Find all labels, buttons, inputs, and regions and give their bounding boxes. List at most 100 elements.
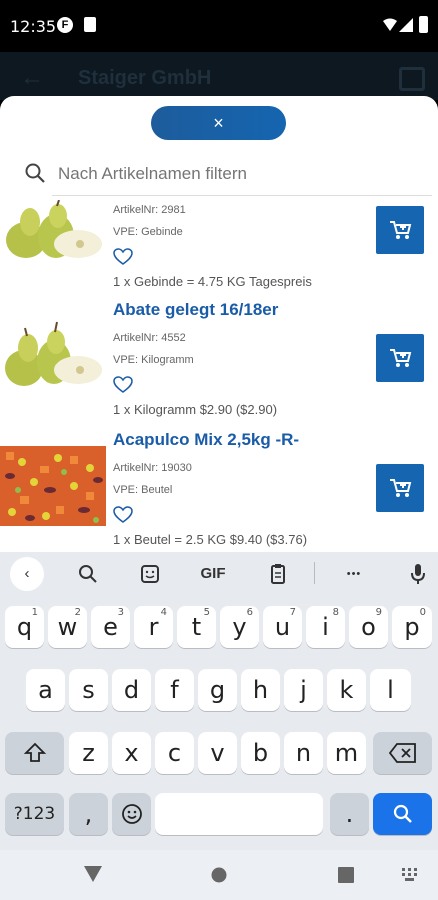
app-bar: ← Staiger GmbH bbox=[0, 52, 438, 100]
home-circle-icon[interactable] bbox=[211, 867, 227, 883]
key-letter: y bbox=[232, 613, 247, 641]
key-s[interactable]: s bbox=[69, 669, 108, 711]
product-item[interactable]: Acapulco Mix 2,5kg -R- ArtikelNr: 19030 … bbox=[0, 426, 438, 552]
product-name[interactable]: Acapulco Mix 2,5kg -R- bbox=[113, 430, 299, 450]
key-x[interactable]: x bbox=[112, 732, 151, 774]
product-article-number: ArtikelNr: 19030 bbox=[113, 462, 192, 474]
add-to-cart-button[interactable] bbox=[376, 206, 424, 254]
key-a[interactable]: a bbox=[26, 669, 65, 711]
key-letter: p bbox=[404, 613, 420, 641]
favorite-heart-icon[interactable] bbox=[113, 506, 133, 524]
key-f[interactable]: f bbox=[155, 669, 194, 711]
sd-card-icon bbox=[84, 17, 96, 32]
favorite-heart-icon[interactable] bbox=[113, 248, 133, 266]
key-letter: t bbox=[191, 613, 202, 641]
product-price: 1 x Gebinde = 4.75 KG Tagespreis bbox=[113, 274, 312, 289]
key-number-hint: 1 bbox=[31, 607, 38, 618]
product-price: 1 x Beutel = 2.5 KG $9.40 ($3.76) bbox=[113, 532, 308, 547]
keyboard-switcher-icon[interactable] bbox=[402, 868, 418, 882]
backspace-icon bbox=[388, 743, 416, 763]
search-row bbox=[0, 154, 438, 196]
product-name[interactable]: Abate gelegt 16/18er bbox=[113, 300, 278, 320]
key-number-hint: 7 bbox=[289, 607, 296, 618]
product-item[interactable]: Abate gelegt 16/18er ArtikelNr: 4552 VPE… bbox=[0, 296, 438, 426]
key-m[interactable]: m bbox=[327, 732, 366, 774]
favorite-heart-icon[interactable] bbox=[113, 376, 133, 394]
key-number-hint: 8 bbox=[332, 607, 339, 618]
close-sheet-button[interactable]: × bbox=[151, 106, 286, 140]
key-u[interactable]: u7 bbox=[263, 606, 302, 648]
backspace-key[interactable] bbox=[373, 732, 432, 774]
key-d[interactable]: d bbox=[112, 669, 151, 711]
gif-button[interactable]: GIF bbox=[194, 560, 232, 588]
emoji-icon bbox=[121, 804, 142, 824]
battery-icon bbox=[419, 16, 428, 33]
key-letter: u bbox=[274, 613, 291, 641]
add-to-cart-icon bbox=[390, 479, 412, 497]
key-k[interactable]: k bbox=[327, 669, 366, 711]
key-number-hint: 9 bbox=[375, 607, 382, 618]
soft-keyboard: ‹ GIF ••• q1 w2 e3 r4 t5 y6 u7 i8 o9 p0 … bbox=[0, 552, 438, 850]
key-q[interactable]: q1 bbox=[5, 606, 44, 648]
product-packaging-unit: VPE: Kilogramm bbox=[113, 354, 194, 366]
sticker-icon[interactable] bbox=[134, 560, 166, 588]
add-to-cart-button[interactable] bbox=[376, 334, 424, 382]
key-j[interactable]: j bbox=[284, 669, 323, 711]
key-c[interactable]: c bbox=[155, 732, 194, 774]
key-number-hint: 0 bbox=[419, 607, 426, 618]
key-v[interactable]: v bbox=[198, 732, 237, 774]
comma-key[interactable]: , bbox=[69, 793, 108, 835]
collapse-toolbar-chevron-icon[interactable]: ‹ bbox=[10, 557, 44, 591]
key-w[interactable]: w2 bbox=[48, 606, 87, 648]
page-title: Staiger GmbH bbox=[78, 67, 212, 89]
shift-arrow-icon bbox=[23, 742, 46, 762]
key-i[interactable]: i8 bbox=[306, 606, 345, 648]
emoji-key[interactable] bbox=[112, 793, 151, 835]
key-letter: r bbox=[148, 613, 159, 641]
space-key[interactable] bbox=[155, 793, 323, 835]
toolbar-divider bbox=[314, 562, 315, 584]
status-bar: 12:35 F bbox=[0, 0, 438, 52]
back-arrow-icon[interactable]: ← bbox=[20, 64, 44, 92]
key-e[interactable]: e3 bbox=[91, 606, 130, 648]
status-time: 12:35 bbox=[10, 17, 57, 36]
key-letter: e bbox=[103, 613, 118, 641]
key-o[interactable]: o9 bbox=[349, 606, 388, 648]
microphone-icon[interactable] bbox=[402, 560, 434, 588]
key-letter: i bbox=[322, 613, 329, 641]
key-h[interactable]: h bbox=[241, 669, 280, 711]
period-key[interactable]: . bbox=[330, 793, 369, 835]
shift-key[interactable] bbox=[5, 732, 64, 774]
key-number-hint: 2 bbox=[74, 607, 81, 618]
key-number-hint: 6 bbox=[246, 607, 253, 618]
search-action-key[interactable] bbox=[373, 793, 432, 835]
calendar-icon[interactable] bbox=[399, 67, 425, 91]
product-image-mix bbox=[0, 446, 106, 526]
key-r[interactable]: r4 bbox=[134, 606, 173, 648]
back-triangle-icon[interactable] bbox=[84, 866, 102, 882]
key-number-hint: 4 bbox=[160, 607, 167, 618]
key-y[interactable]: y6 bbox=[220, 606, 259, 648]
product-image-pears bbox=[0, 200, 106, 280]
add-to-cart-button[interactable] bbox=[376, 464, 424, 512]
symbols-key[interactable]: ?123 bbox=[5, 793, 64, 835]
product-article-number: ArtikelNr: 4552 bbox=[113, 332, 186, 344]
more-options-icon[interactable]: ••• bbox=[338, 560, 370, 588]
key-z[interactable]: z bbox=[69, 732, 108, 774]
key-letter: o bbox=[361, 613, 376, 641]
key-t[interactable]: t5 bbox=[177, 606, 216, 648]
key-n[interactable]: n bbox=[284, 732, 323, 774]
key-l[interactable]: l bbox=[370, 669, 411, 711]
article-filter-sheet: × ArtikelNr: 2981 VPE: Gebinde 1 x Gebin… bbox=[0, 96, 438, 552]
keyboard-search-icon[interactable] bbox=[72, 560, 104, 588]
clipboard-icon[interactable] bbox=[262, 560, 294, 588]
wifi-icon bbox=[383, 18, 397, 31]
key-g[interactable]: g bbox=[198, 669, 237, 711]
system-navigation-bar bbox=[0, 850, 438, 900]
key-b[interactable]: b bbox=[241, 732, 280, 774]
add-to-cart-icon bbox=[390, 349, 412, 367]
article-filter-input[interactable] bbox=[58, 158, 428, 190]
key-p[interactable]: p0 bbox=[392, 606, 432, 648]
recents-square-icon[interactable] bbox=[338, 867, 354, 883]
key-number-hint: 3 bbox=[117, 607, 124, 618]
